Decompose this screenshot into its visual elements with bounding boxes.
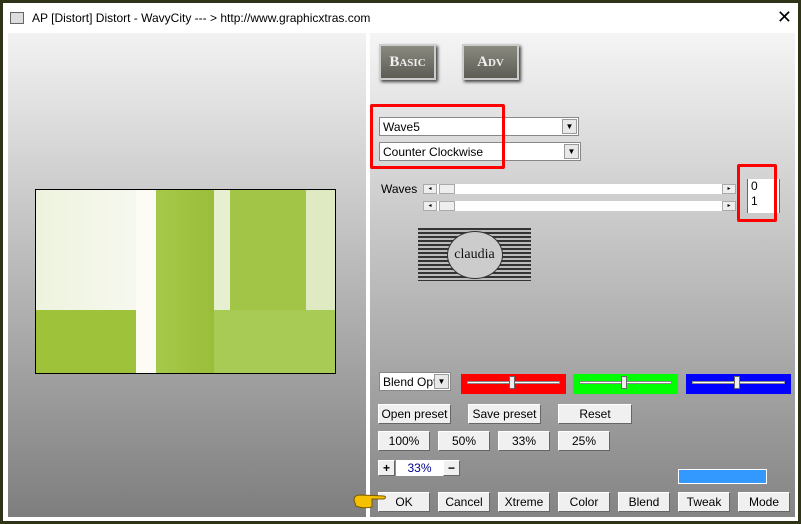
slider-thumb[interactable] <box>509 376 515 389</box>
slider-thumb[interactable] <box>439 184 455 194</box>
preview-image <box>35 189 336 374</box>
app-icon <box>10 12 24 24</box>
zoom-in-button[interactable]: + <box>378 460 395 476</box>
color-swatch[interactable] <box>678 469 767 484</box>
chevron-down-icon: ▼ <box>562 119 577 134</box>
tab-basic[interactable]: Basic <box>379 44 436 80</box>
cancel-button[interactable]: Cancel <box>438 492 490 512</box>
preview-panel <box>8 33 368 517</box>
arrow-left-icon[interactable]: ◂ <box>423 184 437 194</box>
mode-button[interactable]: Mode <box>738 492 790 512</box>
arrow-left-icon[interactable]: ◂ <box>423 201 437 211</box>
tab-adv[interactable]: Adv <box>462 44 519 80</box>
arrow-right-icon[interactable]: ▸ <box>722 184 736 194</box>
zoom-25-button[interactable]: 25% <box>558 431 610 451</box>
zoom-value[interactable]: 33% <box>396 460 443 476</box>
color-button[interactable]: Color <box>558 492 610 512</box>
zoom-out-button[interactable]: − <box>443 460 460 476</box>
claudia-logo: claudia <box>418 228 531 281</box>
slider-thumb[interactable] <box>439 201 455 211</box>
green-slider[interactable] <box>573 374 678 394</box>
waves-label: Waves <box>381 182 418 196</box>
waves-slider-2[interactable]: ◂ ▸ <box>423 201 736 211</box>
zoom-50-button[interactable]: 50% <box>438 431 490 451</box>
chevron-down-icon: ▼ <box>564 144 579 159</box>
title-bar: AP [Distort] Distort - WavyCity --- > ht… <box>3 3 798 33</box>
blue-slider[interactable] <box>686 374 791 394</box>
pointing-hand-icon <box>352 492 388 510</box>
slider-thumb[interactable] <box>734 376 740 389</box>
xtreme-button[interactable]: Xtreme <box>498 492 550 512</box>
close-icon[interactable]: ✕ <box>777 7 792 28</box>
blend-options-select[interactable]: Blend Opti ▼ <box>379 372 451 391</box>
zoom-33-button[interactable]: 33% <box>498 431 550 451</box>
dialog-window: AP [Distort] Distort - WavyCity --- > ht… <box>3 3 798 521</box>
slider-thumb[interactable] <box>621 376 627 389</box>
highlight-box <box>370 104 505 169</box>
save-preset-button[interactable]: Save preset <box>468 404 541 424</box>
waves-slider-1[interactable]: ◂ ▸ <box>423 184 736 194</box>
red-slider[interactable] <box>461 374 566 394</box>
window-title: AP [Distort] Distort - WavyCity --- > ht… <box>32 11 371 25</box>
controls-panel: Basic Adv Wave5 ▼ Counter Clockwise ▼ Wave… <box>370 33 795 517</box>
reset-button[interactable]: Reset <box>558 404 632 424</box>
open-preset-button[interactable]: Open preset <box>378 404 451 424</box>
zoom-100-button[interactable]: 100% <box>378 431 430 451</box>
tweak-button[interactable]: Tweak <box>678 492 730 512</box>
blend-select-value: Blend Opti <box>383 375 440 389</box>
chevron-down-icon: ▼ <box>434 374 449 389</box>
blend-button[interactable]: Blend <box>618 492 670 512</box>
arrow-right-icon[interactable]: ▸ <box>722 201 736 211</box>
highlight-box <box>737 164 777 222</box>
